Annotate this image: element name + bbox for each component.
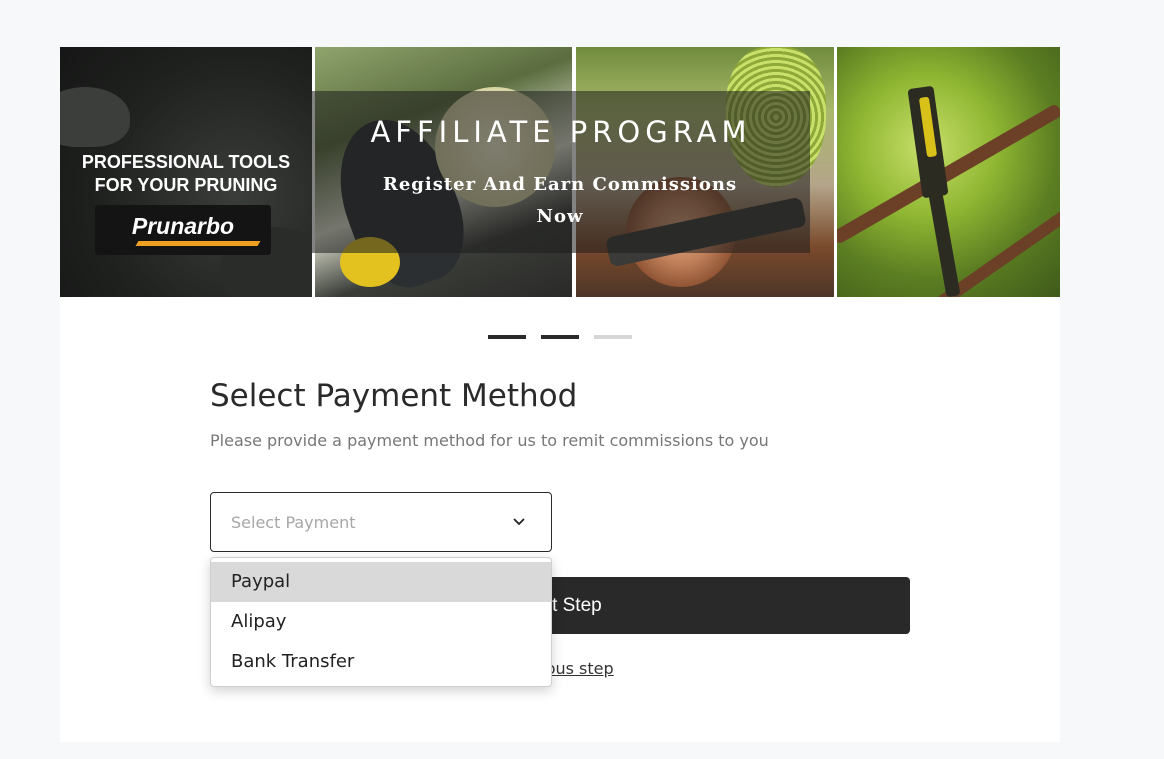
select-placeholder: Select Payment bbox=[231, 513, 356, 532]
banner-tagline-line2: FOR YOUR PRUNING bbox=[94, 175, 278, 195]
banner-panel-tools: PROFESSIONAL TOOLS FOR YOUR PRUNING Prun… bbox=[60, 47, 312, 297]
page-description: Please provide a payment method for us t… bbox=[210, 431, 769, 450]
chevron-down-icon bbox=[513, 518, 525, 525]
page-title: Select Payment Method bbox=[210, 378, 578, 414]
carousel-dot-1[interactable] bbox=[488, 335, 526, 339]
banner-title: AFFILIATE PROGRAM bbox=[370, 115, 752, 149]
banner-tagline-line1: PROFESSIONAL TOOLS bbox=[81, 152, 291, 172]
affiliate-banner: PROFESSIONAL TOOLS FOR YOUR PRUNING Prun… bbox=[60, 47, 1060, 297]
option-bank-transfer[interactable]: Bank Transfer bbox=[211, 642, 551, 682]
banner-panel-pole-pruner bbox=[837, 47, 1060, 297]
banner-subtitle: Register And Earn Commissions Now bbox=[382, 174, 738, 227]
carousel-indicators bbox=[488, 335, 632, 339]
carousel-dot-3[interactable] bbox=[594, 335, 632, 339]
prunarbo-logo: Prunarbo bbox=[95, 205, 271, 255]
option-alipay[interactable]: Alipay bbox=[211, 602, 551, 642]
option-paypal[interactable]: Paypal bbox=[211, 562, 551, 602]
payment-method-select[interactable]: Select Payment bbox=[210, 492, 552, 552]
logo-swoosh bbox=[135, 241, 261, 246]
carousel-dot-2[interactable] bbox=[541, 335, 579, 339]
payment-options-dropdown: Paypal Alipay Bank Transfer bbox=[210, 557, 552, 687]
logo-text: Prunarbo bbox=[131, 213, 235, 239]
